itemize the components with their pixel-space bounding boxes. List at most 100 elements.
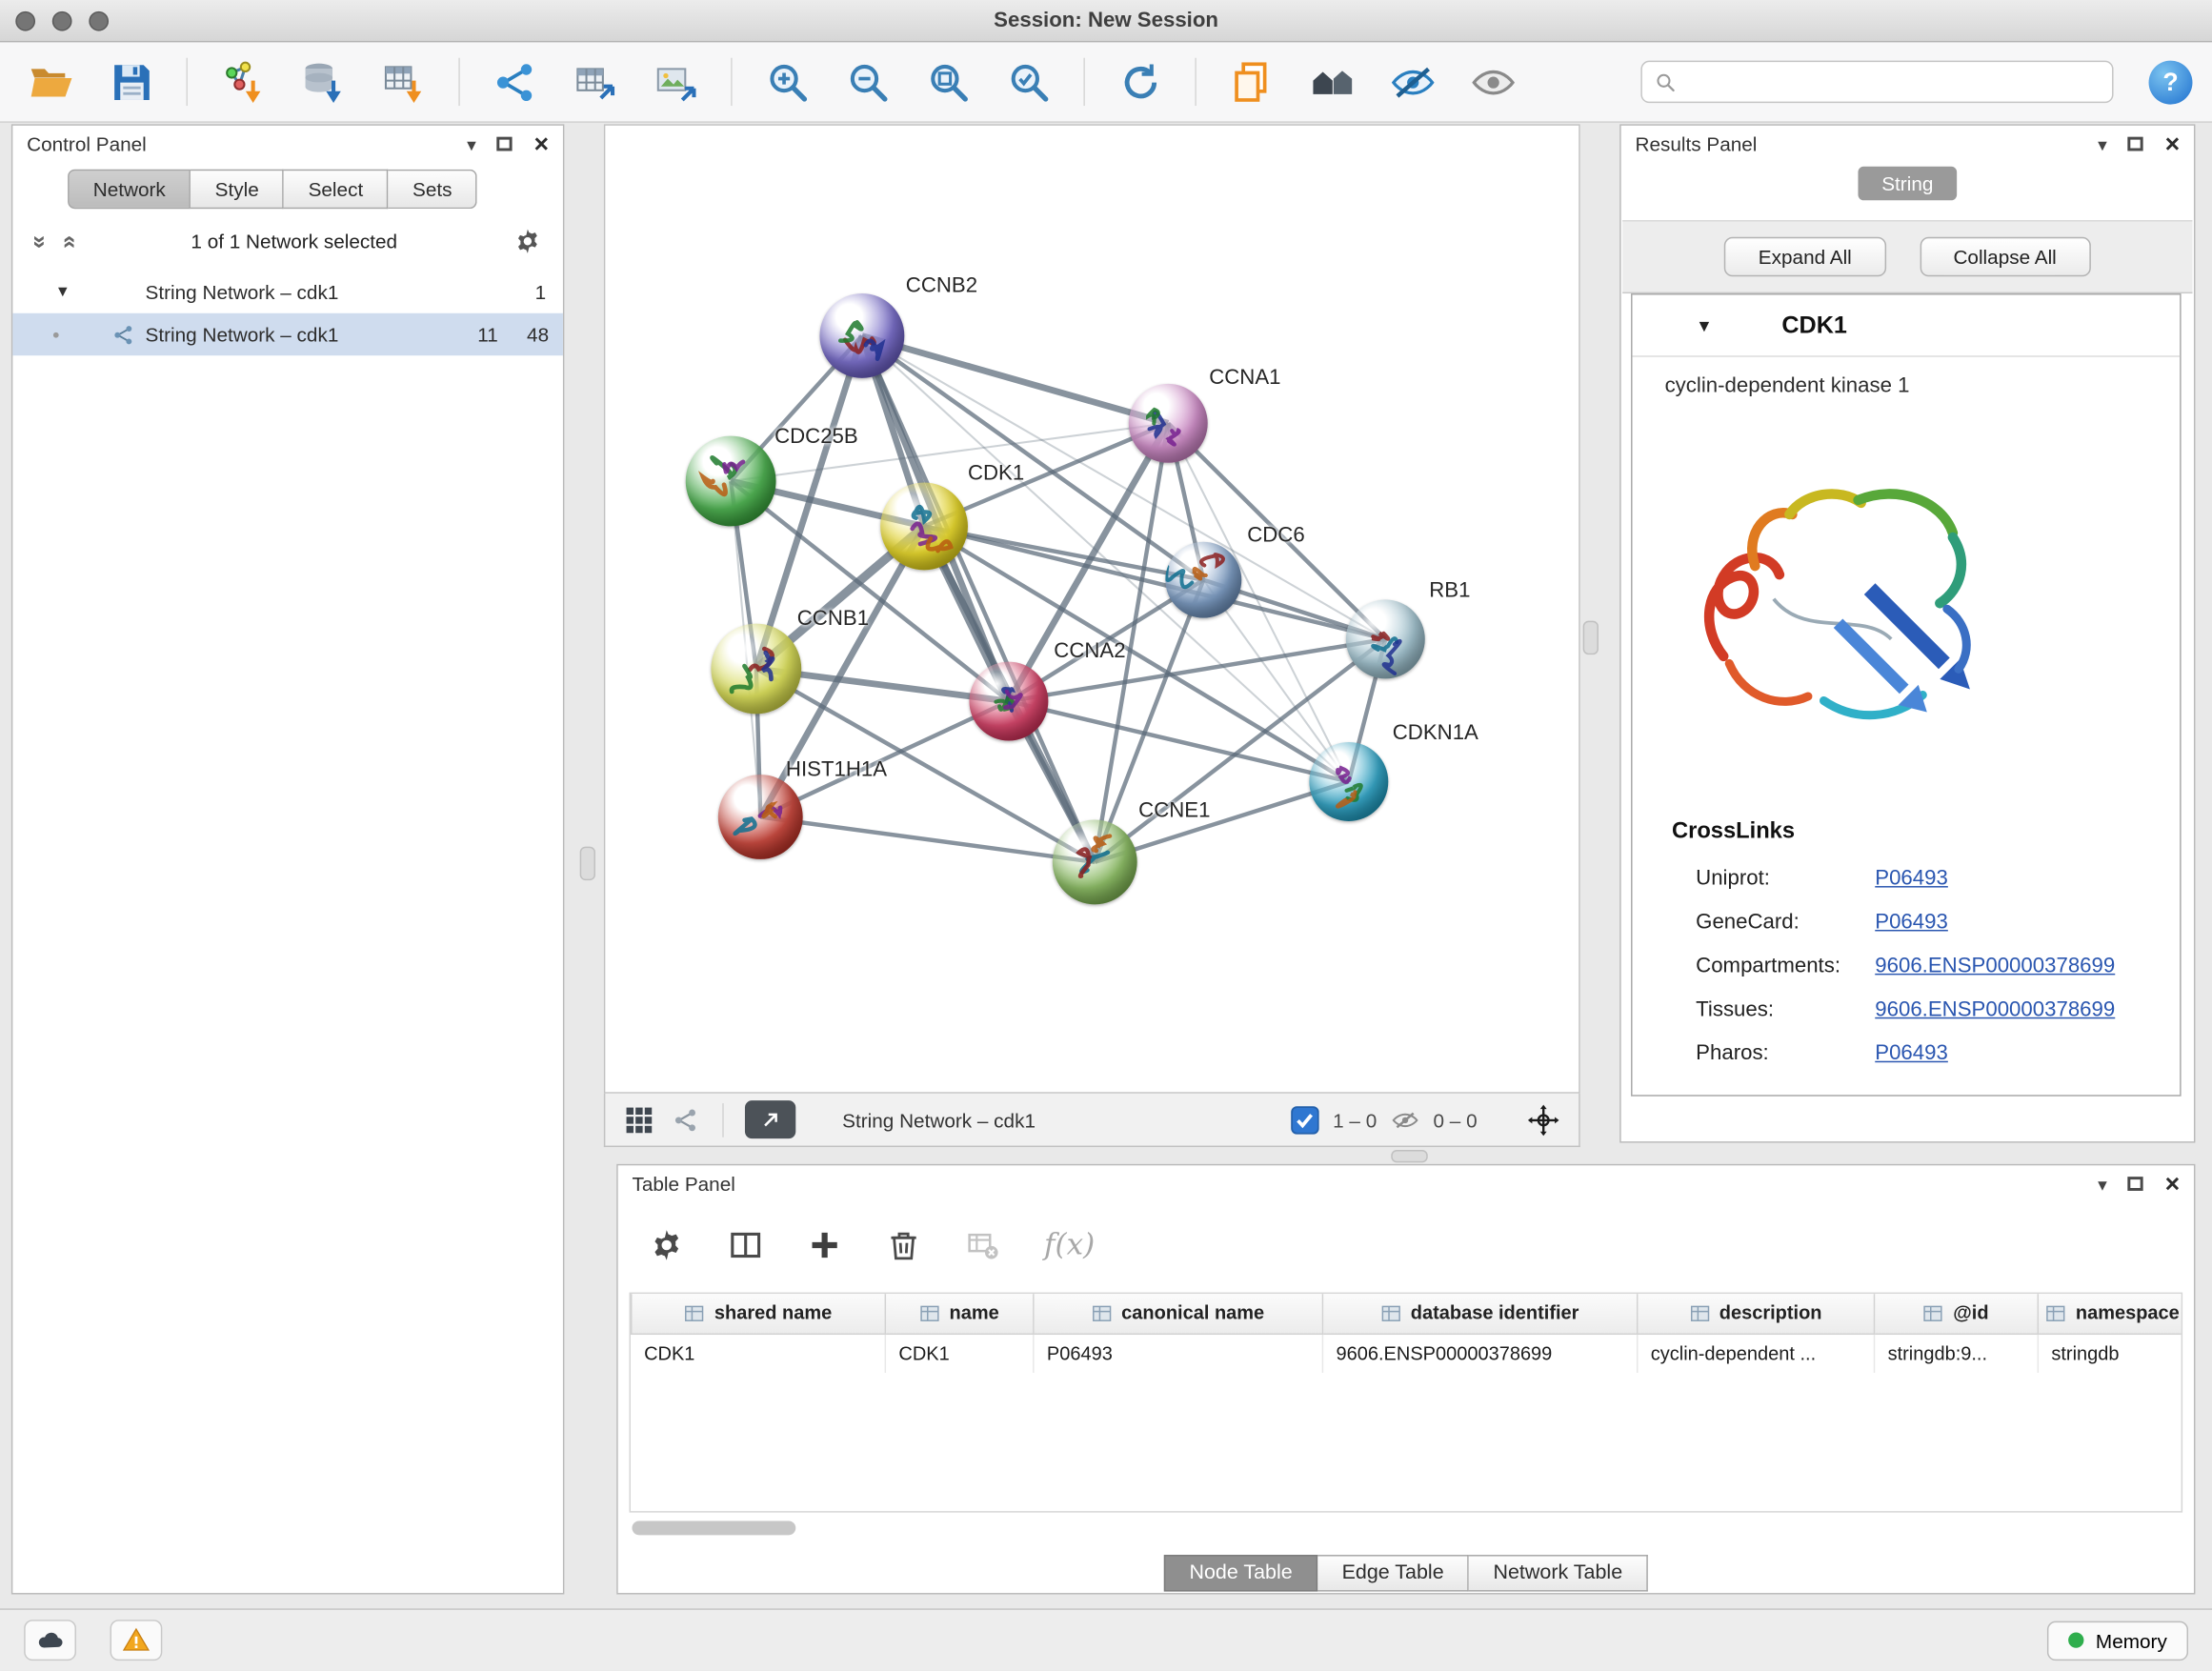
protein-collapse-icon[interactable]: ▼	[1696, 315, 1713, 335]
open-session-button[interactable]	[20, 50, 82, 112]
network-tree-child-row[interactable]: ● String Network – cdk1 11 48	[12, 313, 563, 355]
compartments-link[interactable]: 9606.ENSP00000378699	[1875, 954, 2115, 977]
network-node-CCNA2[interactable]	[969, 662, 1048, 741]
pan-crosshair-icon[interactable]	[1526, 1102, 1560, 1137]
hidden-eye-slash-icon[interactable]	[1390, 1104, 1421, 1136]
import-table-from-file-button[interactable]	[372, 50, 434, 112]
results-panel-close-icon[interactable]: ×	[2165, 131, 2181, 157]
network-edge-CCNB2-CCNA1[interactable]	[862, 335, 1168, 423]
tab-edge-table[interactable]: Edge Table	[1317, 1555, 1469, 1592]
scrollbar-thumb[interactable]	[632, 1521, 795, 1536]
network-node-RB1[interactable]	[1346, 599, 1425, 678]
table-panel-float-icon[interactable]	[2128, 1177, 2143, 1191]
collapse-all-networks-icon[interactable]: »	[56, 234, 80, 248]
close-window-button[interactable]	[15, 11, 35, 31]
collapse-all-button[interactable]: Collapse All	[1920, 237, 2090, 276]
delete-column-button[interactable]	[886, 1227, 921, 1262]
save-session-button[interactable]	[100, 50, 162, 112]
home-button[interactable]	[1300, 50, 1362, 112]
zoom-selected-button[interactable]	[997, 50, 1059, 112]
network-node-CCNA1[interactable]	[1129, 384, 1208, 463]
add-column-button[interactable]	[807, 1227, 842, 1262]
network-node-CDK1[interactable]	[880, 483, 968, 571]
protein-thumbnail-icon	[711, 624, 801, 715]
network-node-CDC6[interactable]	[1165, 542, 1241, 618]
tab-sets[interactable]: Sets	[389, 170, 477, 209]
string-tab-badge[interactable]: String	[1858, 167, 1958, 201]
export-network-button[interactable]	[484, 50, 546, 112]
show-all-button[interactable]	[1461, 50, 1523, 112]
network-edge-HIST1H1A-CCNE1[interactable]	[760, 816, 1095, 861]
warnings-button[interactable]	[111, 1620, 163, 1661]
memory-button[interactable]: Memory	[2048, 1621, 2188, 1660]
control-panel-float-icon[interactable]	[497, 137, 513, 151]
network-view-canvas[interactable]: CCNB2CCNA1CDC25BCDK1CDC6RB1CCNB1CCNA2CDK…	[604, 124, 1580, 1093]
export-image-button[interactable]	[645, 50, 707, 112]
tab-network[interactable]: Network	[68, 170, 191, 209]
column-header-canonical-name[interactable]: canonical name	[1034, 1294, 1323, 1333]
help-button[interactable]: ?	[2149, 60, 2193, 104]
tab-node-table[interactable]: Node Table	[1164, 1555, 1318, 1592]
genecard-link[interactable]: P06493	[1875, 910, 1948, 934]
results-panel-menu-icon[interactable]: ▾	[2098, 134, 2107, 152]
tab-network-table[interactable]: Network Table	[1469, 1555, 1648, 1592]
network-options-gear-icon[interactable]	[513, 227, 542, 255]
network-node-HIST1H1A[interactable]	[718, 775, 803, 859]
table-row[interactable]: CDK1 CDK1 P06493 9606.ENSP00000378699 cy…	[632, 1334, 2182, 1373]
tree-expand-icon[interactable]: ▼	[55, 284, 70, 301]
table-panel-menu-icon[interactable]: ▾	[2098, 1175, 2107, 1193]
duplicate-network-button[interactable]	[1220, 50, 1282, 112]
cell-name: CDK1	[885, 1334, 1034, 1373]
control-panel-menu-icon[interactable]: ▾	[467, 134, 476, 152]
network-node-CCNB1[interactable]	[711, 624, 801, 715]
control-panel-close-icon[interactable]: ×	[534, 131, 550, 157]
table-settings-button[interactable]	[649, 1227, 684, 1262]
expand-all-button[interactable]: Expand All	[1724, 237, 1885, 276]
show-columns-button[interactable]	[728, 1227, 763, 1262]
network-node-CCNE1[interactable]	[1053, 819, 1137, 904]
warning-icon	[121, 1625, 151, 1655]
import-network-from-file-button[interactable]	[211, 50, 273, 112]
tab-select[interactable]: Select	[284, 170, 388, 209]
open-in-new-window-button[interactable]	[745, 1100, 795, 1138]
right-panel-splitter-handle[interactable]	[1583, 621, 1599, 655]
network-node-CDC25B[interactable]	[686, 436, 776, 527]
column-header-name[interactable]: name	[885, 1294, 1034, 1333]
expand-all-networks-icon[interactable]: »	[29, 234, 52, 248]
bottom-panel-splitter-handle[interactable]	[1391, 1150, 1428, 1162]
zoom-out-button[interactable]	[836, 50, 898, 112]
network-edge-CCNB2-CCNE1[interactable]	[862, 335, 1095, 861]
toolbar-search-input[interactable]	[1686, 70, 2100, 93]
column-header-database-identifier[interactable]: database identifier	[1322, 1294, 1637, 1333]
pharos-link[interactable]: P06493	[1875, 1041, 1948, 1065]
network-tree-root-row[interactable]: ▼ String Network – cdk1 1	[12, 271, 563, 312]
column-header-description[interactable]: description	[1638, 1294, 1875, 1333]
network-edge-CCNA2-CDKN1A[interactable]	[1009, 701, 1349, 781]
import-network-from-database-button[interactable]	[292, 50, 354, 112]
birds-eye-view-icon[interactable]	[624, 1104, 655, 1136]
zoom-in-button[interactable]	[756, 50, 818, 112]
crosslink-row-genecard: GeneCard: P06493	[1633, 900, 2181, 944]
refresh-layout-button[interactable]	[1109, 50, 1171, 112]
results-panel-float-icon[interactable]	[2128, 137, 2143, 151]
column-header-shared-name[interactable]: shared name	[632, 1294, 886, 1333]
minimize-window-button[interactable]	[52, 11, 72, 31]
selected-checkbox-icon[interactable]	[1289, 1104, 1320, 1136]
column-header-namespace[interactable]: namespace	[2038, 1294, 2182, 1333]
zoom-window-button[interactable]	[89, 11, 109, 31]
network-share-icon[interactable]	[670, 1104, 701, 1136]
protein-header-row[interactable]: ▼ CDK1	[1633, 295, 2181, 357]
network-node-CCNB2[interactable]	[819, 293, 904, 378]
zoom-fit-button[interactable]	[917, 50, 979, 112]
tissues-link[interactable]: 9606.ENSP00000378699	[1875, 997, 2115, 1021]
uniprot-link[interactable]: P06493	[1875, 866, 1948, 890]
tab-style[interactable]: Style	[191, 170, 284, 209]
hide-selected-button[interactable]	[1381, 50, 1443, 112]
export-table-button[interactable]	[564, 50, 626, 112]
cloud-status-button[interactable]	[24, 1620, 76, 1661]
network-node-CDKN1A[interactable]	[1309, 742, 1388, 821]
table-panel-close-icon[interactable]: ×	[2165, 1171, 2181, 1197]
column-header-id[interactable]: @id	[1875, 1294, 2039, 1333]
houses-icon	[1309, 58, 1356, 105]
left-panel-splitter-handle[interactable]	[580, 847, 595, 881]
